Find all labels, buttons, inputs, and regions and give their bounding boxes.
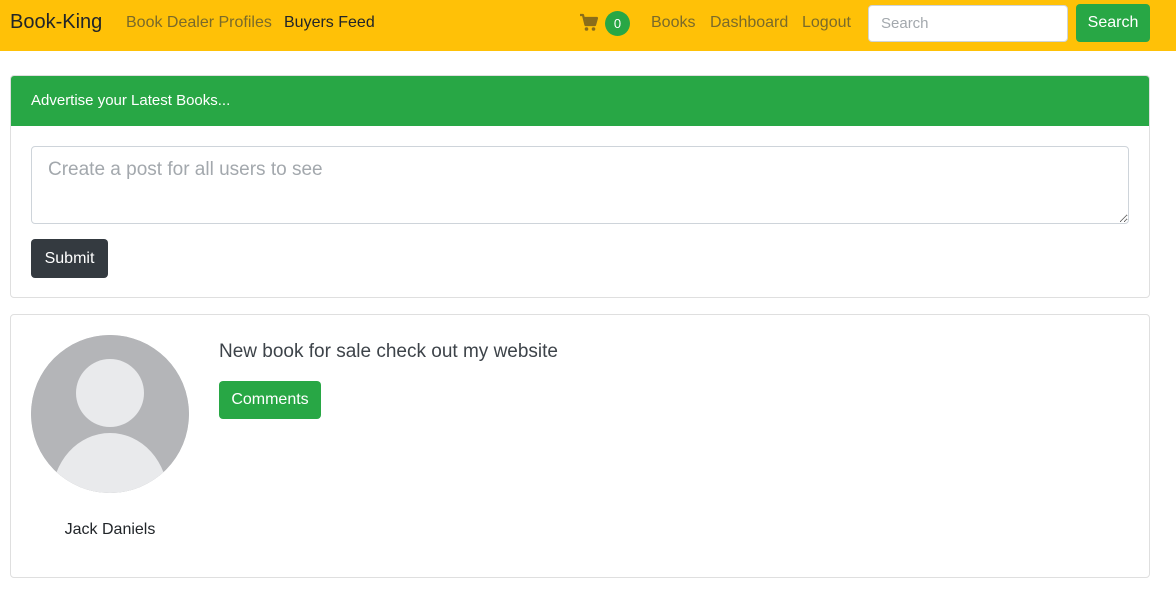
search-input[interactable] bbox=[868, 5, 1068, 42]
feed-post-card: Jack Daniels New book for sale check out… bbox=[10, 314, 1150, 578]
navbar: Book-King Book Dealer Profiles Buyers Fe… bbox=[0, 0, 1176, 51]
submit-button[interactable]: Submit bbox=[31, 239, 108, 278]
create-post-card: Advertise your Latest Books... Submit bbox=[10, 75, 1150, 298]
shopping-cart-icon[interactable] bbox=[579, 12, 599, 34]
comments-button[interactable]: Comments bbox=[219, 381, 321, 419]
post-text: New book for sale check out my website bbox=[219, 341, 558, 362]
post-textarea[interactable] bbox=[31, 146, 1129, 224]
nav-books[interactable]: Books bbox=[651, 14, 695, 32]
default-avatar-icon bbox=[31, 335, 189, 493]
nav-book-dealer-profiles[interactable]: Book Dealer Profiles bbox=[126, 14, 272, 32]
create-post-header: Advertise your Latest Books... bbox=[11, 76, 1149, 126]
cart-count-badge: 0 bbox=[605, 11, 630, 36]
search-button[interactable]: Search bbox=[1076, 4, 1150, 42]
post-author-name[interactable]: Jack Daniels bbox=[31, 521, 189, 539]
nav-buyers-feed[interactable]: Buyers Feed bbox=[284, 14, 375, 32]
nav-dashboard[interactable]: Dashboard bbox=[710, 14, 788, 32]
nav-logout[interactable]: Logout bbox=[802, 14, 851, 32]
brand-link[interactable]: Book-King bbox=[10, 11, 102, 34]
